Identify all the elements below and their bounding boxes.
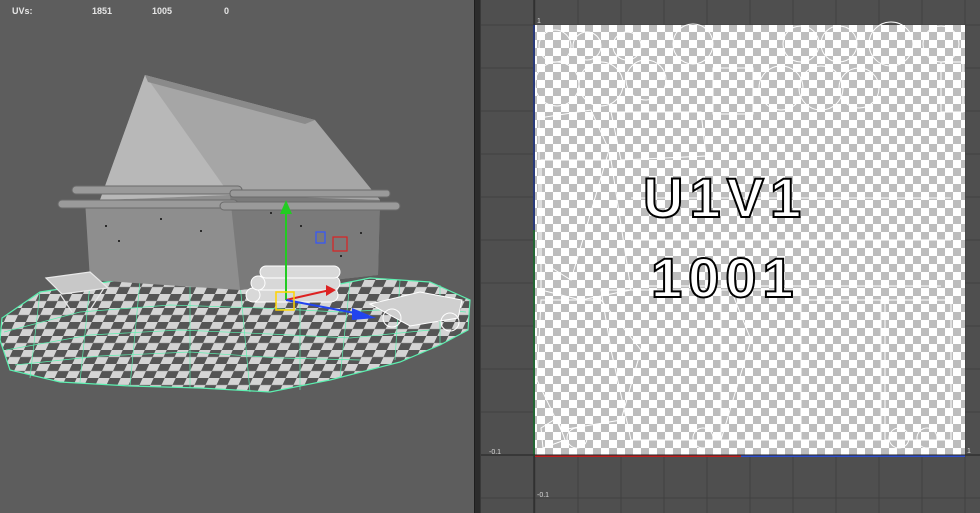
scene-3d[interactable] [0, 0, 474, 513]
uv-axis-label-top: 1 [537, 18, 541, 25]
uv-editor[interactable]: U1V1 1001 1 -0.1 -0.1 1 [481, 0, 980, 513]
uv-axis-label-bottom: -0.1 [537, 492, 550, 499]
ground-mesh[interactable] [0, 277, 471, 393]
uv-axis-label-left: -0.1 [489, 449, 502, 456]
viewport-3d[interactable]: UVs: 1851 1005 0 [0, 0, 474, 513]
uv-axis-label-right: 1 [967, 448, 971, 455]
uv-tile-label-1001: 1001 [650, 246, 800, 309]
uv-tile-label-u1v1: U1V1 [642, 166, 808, 229]
panel-splitter[interactable] [474, 0, 481, 513]
